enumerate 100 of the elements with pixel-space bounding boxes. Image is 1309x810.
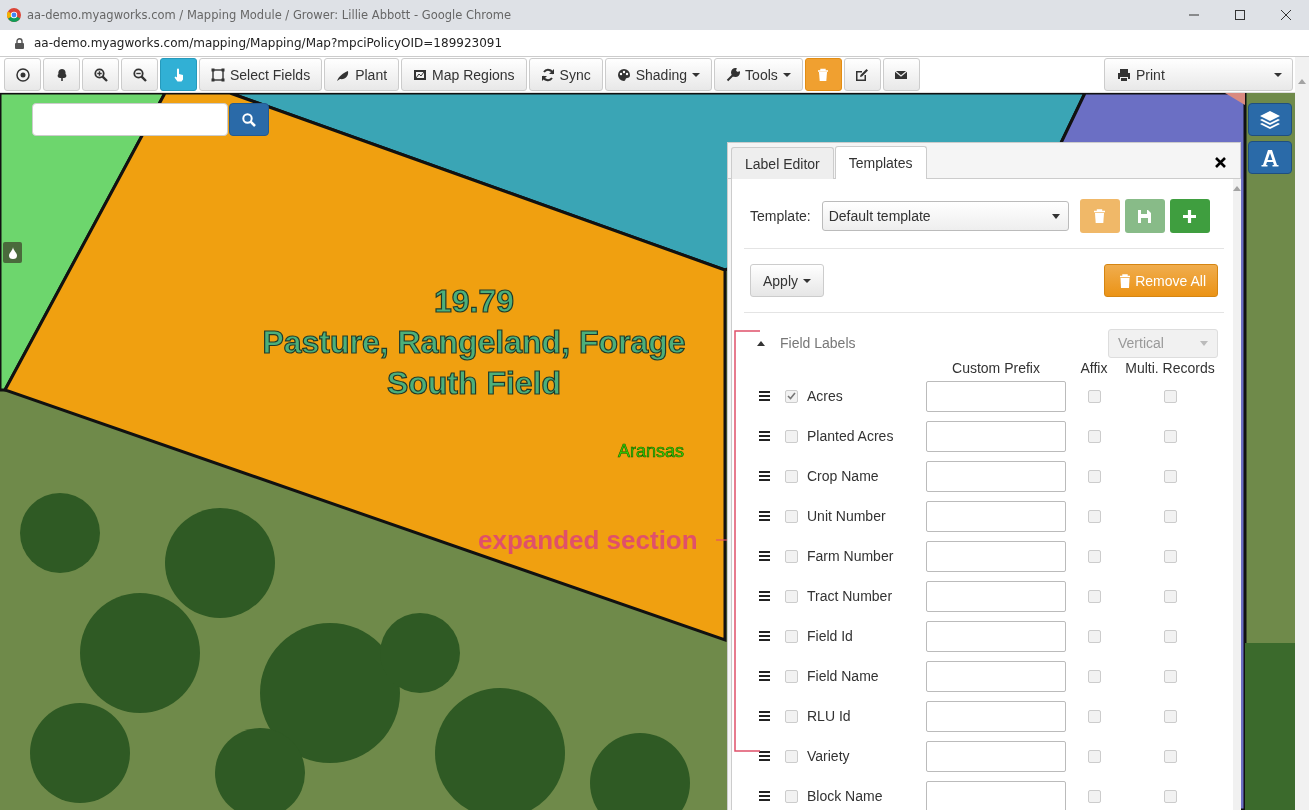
multi-records-checkbox[interactable]	[1163, 789, 1177, 803]
label-checkbox[interactable]	[785, 589, 798, 603]
custom-prefix-field[interactable]	[926, 780, 1066, 810]
zoom-out-icon	[132, 67, 147, 82]
affix-checkbox[interactable]	[1087, 709, 1101, 723]
toolbar-button[interactable]: Sync	[528, 58, 603, 91]
drag-handle-icon[interactable]	[759, 711, 770, 721]
multi-records-checkbox[interactable]	[1163, 589, 1177, 603]
sync-icon	[540, 67, 555, 82]
add-template-button[interactable]	[1169, 199, 1210, 233]
print-button[interactable]: Print	[1104, 58, 1293, 91]
multi-records-checkbox[interactable]	[1163, 669, 1177, 683]
custom-prefix-field[interactable]	[926, 460, 1066, 492]
custom-prefix-field[interactable]	[926, 700, 1066, 732]
custom-prefix-field[interactable]	[926, 740, 1066, 772]
affix-checkbox[interactable]	[1087, 669, 1101, 683]
field-label-name: Variety	[807, 748, 851, 764]
custom-prefix-field[interactable]	[926, 580, 1066, 612]
label-checkbox[interactable]	[785, 629, 798, 643]
column-header: Multi. Records	[1124, 360, 1216, 376]
custom-prefix-field[interactable]	[926, 380, 1066, 412]
drag-handle-icon[interactable]	[759, 391, 770, 401]
affix-checkbox[interactable]	[1087, 509, 1101, 523]
search-button[interactable]	[229, 103, 269, 136]
zoom-out-button[interactable]	[121, 58, 158, 91]
drag-handle-icon[interactable]	[759, 671, 770, 681]
drag-handle-icon[interactable]	[759, 791, 770, 801]
affix-checkbox[interactable]	[1087, 789, 1101, 803]
address-bar-url[interactable]: aa-demo.myagworks.com/mapping/Mapping/Map?mpciPolicyOID=189923091	[34, 36, 503, 50]
panel-tab[interactable]: Label Editor	[731, 147, 834, 179]
annotation-text: expanded section	[478, 525, 698, 556]
label-checkbox[interactable]	[785, 749, 798, 763]
toolbar-button[interactable]: Map Regions	[401, 58, 527, 91]
tree-button[interactable]	[43, 58, 80, 91]
label-checkbox[interactable]	[785, 509, 798, 523]
save-template-button[interactable]	[1124, 199, 1165, 233]
affix-checkbox[interactable]	[1087, 749, 1101, 763]
layers-button[interactable]	[1248, 103, 1292, 136]
label-checkbox[interactable]	[785, 669, 798, 683]
multi-records-checkbox[interactable]	[1163, 389, 1177, 403]
maximize-icon[interactable]	[1235, 10, 1245, 20]
page-scrollbar[interactable]	[1295, 57, 1309, 810]
drag-handle-icon[interactable]	[759, 431, 770, 441]
label-checkbox[interactable]	[785, 429, 798, 443]
satellite-map[interactable]	[0, 93, 1295, 810]
drag-handle-icon[interactable]	[759, 631, 770, 641]
multi-records-checkbox[interactable]	[1163, 709, 1177, 723]
plus-icon	[1183, 209, 1197, 223]
close-icon[interactable]	[1215, 157, 1226, 168]
panel-scrollbar[interactable]	[1233, 179, 1241, 810]
field-label-text: 19.79	[432, 282, 516, 321]
drag-handle-icon[interactable]	[759, 551, 770, 561]
delete-template-button[interactable]	[1079, 199, 1120, 233]
drag-handle-icon[interactable]	[759, 751, 770, 761]
multi-records-checkbox[interactable]	[1163, 509, 1177, 523]
drag-handle-icon[interactable]	[759, 591, 770, 601]
toolbar-button[interactable]: Select Fields	[199, 58, 323, 91]
edit-button[interactable]	[843, 58, 881, 91]
custom-prefix-field[interactable]	[926, 660, 1066, 692]
multi-records-checkbox[interactable]	[1163, 429, 1177, 443]
palette-icon	[616, 67, 631, 82]
envelope-button[interactable]	[882, 58, 920, 91]
close-icon[interactable]	[1281, 10, 1291, 20]
affix-checkbox[interactable]	[1087, 549, 1101, 563]
apply-dropdown-button[interactable]: Apply	[750, 264, 825, 297]
custom-prefix-field[interactable]	[926, 420, 1066, 452]
label-checkbox[interactable]	[785, 709, 798, 723]
multi-records-checkbox[interactable]	[1163, 549, 1177, 563]
water-drop-button[interactable]	[3, 242, 22, 263]
custom-prefix-field[interactable]	[926, 500, 1066, 532]
drag-handle-icon[interactable]	[759, 471, 770, 481]
multi-records-checkbox[interactable]	[1163, 629, 1177, 643]
label-checkbox[interactable]	[785, 389, 798, 403]
affix-checkbox[interactable]	[1087, 469, 1101, 483]
multi-records-checkbox[interactable]	[1163, 469, 1177, 483]
affix-checkbox[interactable]	[1087, 589, 1101, 603]
custom-prefix-field[interactable]	[926, 620, 1066, 652]
drag-handle-icon[interactable]	[759, 511, 770, 521]
label-checkbox[interactable]	[785, 549, 798, 563]
affix-checkbox[interactable]	[1087, 429, 1101, 443]
field-label-name: Unit Number	[807, 508, 887, 524]
section-title: Field Labels	[780, 335, 856, 351]
zoom-in-button[interactable]	[82, 58, 119, 91]
panel-tab[interactable]: Templates	[834, 146, 927, 179]
template-select[interactable]: Default template	[821, 201, 1069, 231]
text-labels-button[interactable]	[1248, 141, 1292, 174]
affix-checkbox[interactable]	[1087, 629, 1101, 643]
toolbar-button[interactable]: Tools	[714, 58, 803, 91]
label-checkbox[interactable]	[785, 789, 798, 803]
county-label: Aransas	[618, 441, 685, 462]
toolbar-button[interactable]: Shading	[604, 58, 713, 91]
label-checkbox[interactable]	[785, 469, 798, 483]
multi-records-checkbox[interactable]	[1163, 749, 1177, 763]
toolbar-button[interactable]: Plant	[324, 58, 400, 91]
column-header: Affix	[1079, 360, 1109, 376]
custom-prefix-field[interactable]	[926, 540, 1066, 572]
target-button[interactable]	[4, 58, 41, 91]
search-field[interactable]	[32, 103, 228, 136]
affix-checkbox[interactable]	[1087, 389, 1101, 403]
field-label-name: Tract Number	[807, 588, 894, 604]
